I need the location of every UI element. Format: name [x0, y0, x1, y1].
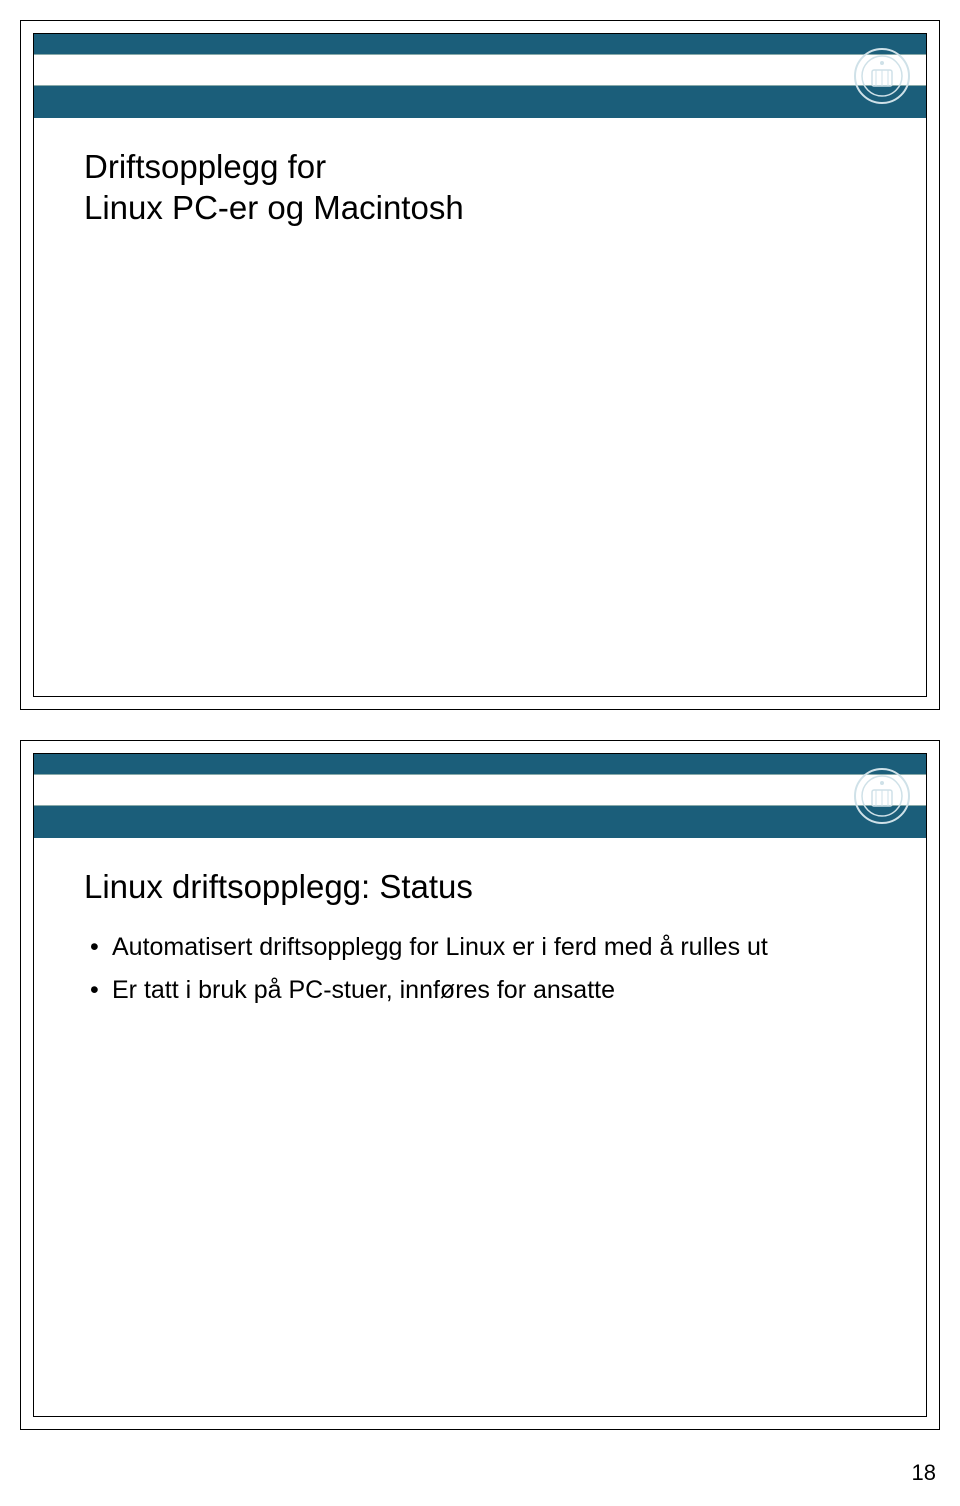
slide-inner: Driftsopplegg forLinux PC-er og Macintos… — [33, 33, 927, 697]
slide-content: Linux driftsopplegg: Status Automatisert… — [34, 838, 926, 1036]
university-seal-icon — [854, 768, 910, 824]
list-item: Automatisert driftsopplegg for Linux er … — [84, 931, 864, 964]
page-number: 18 — [20, 1460, 940, 1486]
slide-inner: Linux driftsopplegg: Status Automatisert… — [33, 753, 927, 1417]
university-seal-icon — [854, 48, 910, 104]
slide: Driftsopplegg forLinux PC-er og Macintos… — [20, 20, 940, 710]
slide-header — [34, 754, 926, 838]
header-strip — [34, 774, 926, 806]
bullet-list: Automatisert driftsopplegg for Linux er … — [84, 931, 876, 1006]
slide-title: Linux driftsopplegg: Status — [84, 866, 876, 907]
list-item: Er tatt i bruk på PC-stuer, innføres for… — [84, 974, 864, 1007]
slide: Linux driftsopplegg: Status Automatisert… — [20, 740, 940, 1430]
slide-header — [34, 34, 926, 118]
header-strip — [34, 54, 926, 86]
slide-content: Driftsopplegg forLinux PC-er og Macintos… — [34, 118, 926, 273]
slide-title: Driftsopplegg forLinux PC-er og Macintos… — [84, 146, 876, 229]
